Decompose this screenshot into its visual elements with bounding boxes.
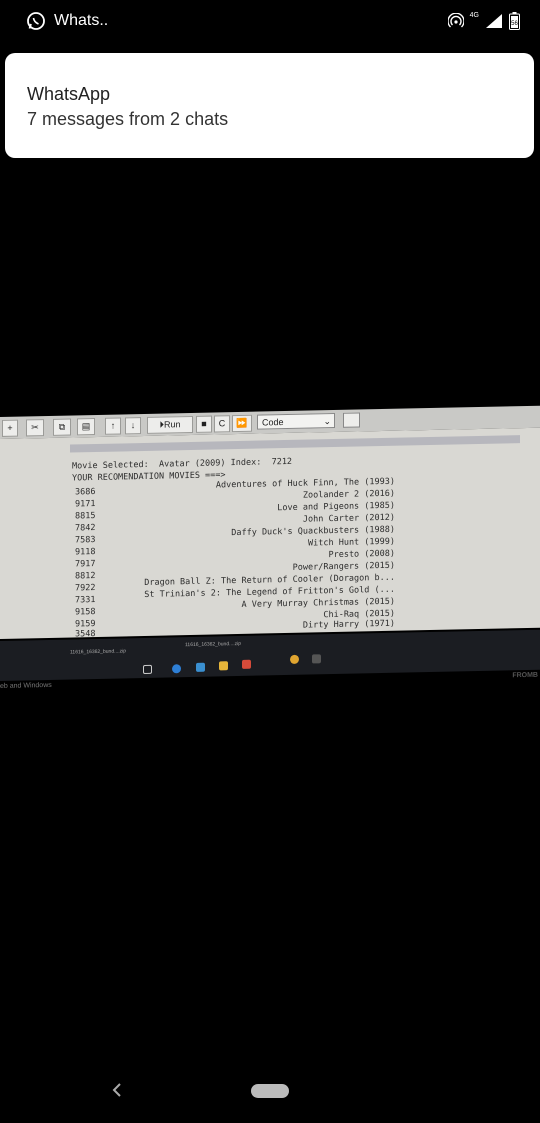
- download-item: 11616_16362_bund....zip: [185, 640, 242, 649]
- move-down-button: ↓: [125, 417, 141, 435]
- cell-type-label: Code: [262, 417, 284, 428]
- row-index: 8815: [75, 510, 96, 522]
- row-title: Witch Hunt (1999): [308, 536, 395, 549]
- cut-button: ✂: [26, 419, 44, 437]
- copy-button: ⧉: [53, 418, 71, 436]
- file-explorer-icon: [219, 661, 228, 671]
- row-title: Presto (2008): [328, 548, 395, 561]
- row-index: 7842: [75, 522, 96, 534]
- row-index: 9158: [75, 606, 96, 618]
- photo-image: + ✂ ⧉ ▤ ↑ ↓ ⏵Run ■ C ⏩ Code ⌄ Movie Sele…: [0, 405, 540, 710]
- row-index: 9159: [75, 618, 96, 630]
- row-index: 3686: [75, 486, 96, 498]
- download-item: 11616_16362_bund....zip: [70, 648, 127, 656]
- stop-button: ■: [196, 415, 212, 433]
- battery-icon: 56: [509, 12, 520, 30]
- row-index: 9171: [75, 498, 96, 510]
- row-index: 3548: [75, 628, 96, 640]
- keyboard-icon: [343, 412, 360, 428]
- taskbar-caption: eb and Windows: [0, 681, 52, 690]
- add-cell-button: +: [2, 419, 18, 437]
- row-index: 8812: [75, 570, 96, 582]
- row-title: Dirty Harry (1971): [302, 618, 395, 631]
- move-up-button: ↑: [105, 417, 121, 435]
- row-index: 7583: [75, 534, 96, 546]
- fast-forward-button: ⏩: [232, 414, 252, 433]
- run-button: ⏵Run: [147, 415, 193, 434]
- store-icon: [196, 662, 205, 672]
- hotspot-icon: [447, 13, 464, 28]
- app-icon: [242, 659, 251, 669]
- notification-card[interactable]: WhatsApp 7 messages from 2 chats: [5, 53, 534, 158]
- svg-text:56: 56: [511, 21, 518, 27]
- paste-button: ▤: [77, 418, 95, 436]
- back-icon[interactable]: [108, 1080, 128, 1100]
- row-title: John Carter (2012): [302, 512, 395, 525]
- row-index: 7331: [75, 594, 96, 606]
- chevron-down-icon: ⌄: [323, 416, 331, 427]
- notification-app-name: WhatsApp: [27, 84, 111, 104]
- restart-button: C: [214, 415, 230, 433]
- chrome-icon: [290, 654, 299, 664]
- home-button[interactable]: [251, 1084, 289, 1098]
- signal-icon: [486, 14, 502, 28]
- task-view-icon: [143, 664, 152, 675]
- status-title: Whats..: [54, 12, 109, 29]
- run-label: Run: [164, 419, 181, 430]
- notification-text: 7 messages from 2 chats: [27, 109, 229, 129]
- status-right: 4G 56: [447, 10, 520, 32]
- row-title: Power/Rangers (2015): [292, 560, 395, 573]
- network-type: 4G: [469, 11, 479, 19]
- row-index: 9118: [75, 546, 96, 558]
- notebook-screen: + ✂ ⧉ ▤ ↑ ↓ ⏵Run ■ C ⏩ Code ⌄ Movie Sele…: [0, 405, 540, 710]
- whatsapp-icon: [27, 12, 45, 30]
- row-index: 7922: [75, 582, 96, 594]
- cell-type-select: Code ⌄: [257, 412, 335, 430]
- status-bar: Whats.. 4G 56: [0, 0, 540, 44]
- laptop-brand: FROMB: [512, 671, 538, 680]
- calculator-icon: [312, 654, 321, 664]
- row-index: 7917: [75, 558, 96, 570]
- edge-icon: [172, 664, 181, 674]
- row-title: Zoolander 2 (2016): [302, 488, 395, 501]
